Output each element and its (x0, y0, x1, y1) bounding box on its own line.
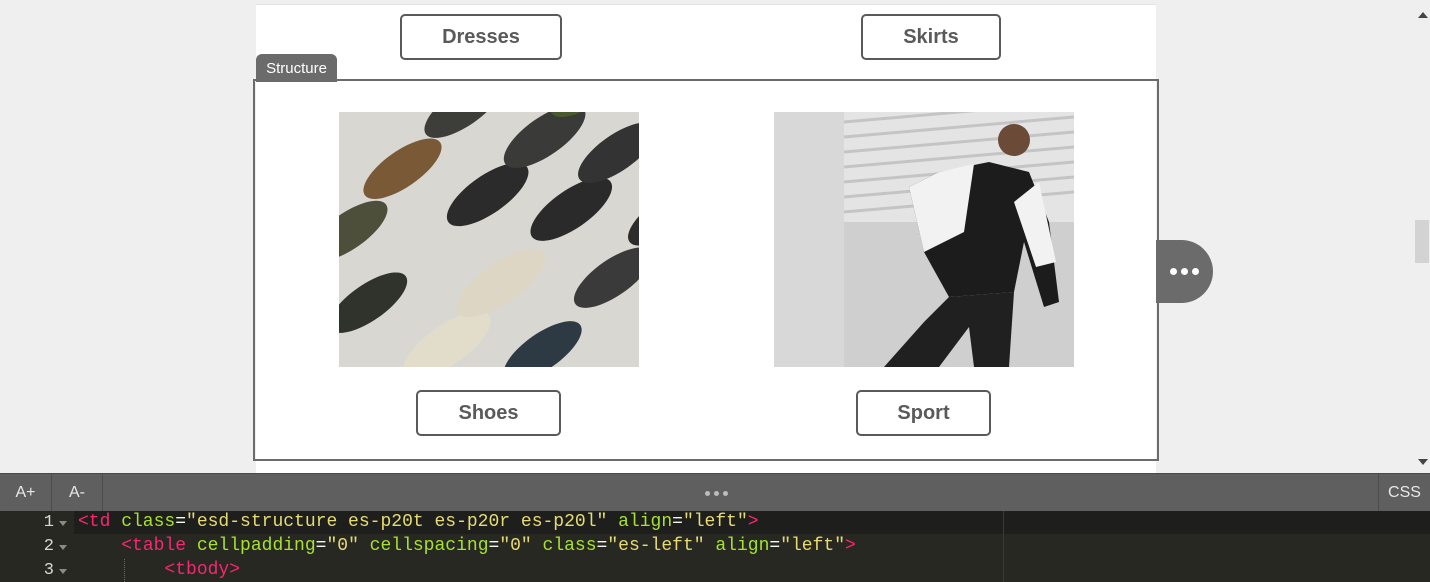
code-string: "es-left" (607, 536, 705, 556)
ellipsis-dot (1181, 268, 1188, 275)
fold-arrow-icon[interactable] (59, 545, 67, 550)
scroll-up-icon[interactable] (1418, 12, 1428, 18)
line-number: 3 (43, 561, 54, 580)
code-string: "left" (780, 536, 845, 556)
more-options-button[interactable] (1156, 240, 1213, 303)
scroll-down-icon[interactable] (1418, 459, 1428, 465)
code-tag: > (845, 536, 856, 556)
code-attr: class (110, 512, 176, 532)
divider (102, 474, 103, 512)
code-string: "0" (499, 536, 532, 556)
code-punc: = (769, 536, 781, 556)
code-editor[interactable]: 1 2 3 <td class="esd-structure es-p20t e… (0, 511, 1430, 582)
code-line-3[interactable]: <tbody> (78, 560, 240, 580)
sport-button[interactable]: Sport (856, 390, 991, 436)
code-attr: class (531, 536, 597, 556)
code-punc: = (315, 536, 327, 556)
code-string: "0" (326, 536, 359, 556)
code-punc: = (672, 512, 683, 532)
code-string: "esd-structure es-p20t es-p20r es-p20l" (186, 512, 608, 532)
css-tab-button[interactable]: CSS (1379, 474, 1430, 512)
dresses-button[interactable]: Dresses (400, 14, 562, 60)
font-decrease-button[interactable]: A- (52, 474, 102, 512)
email-editor: Dresses Skirts Structure Shoes Sport A+ … (0, 0, 1430, 582)
scroll-thumb[interactable] (1415, 220, 1429, 263)
code-line-1[interactable]: <td class="esd-structure es-p20t es-p20r… (78, 512, 759, 532)
fold-arrow-icon[interactable] (59, 521, 67, 526)
code-tag: <table (121, 536, 187, 556)
code-string: "left" (682, 512, 748, 532)
line-gutter: 1 2 3 (0, 511, 74, 582)
shoes-image[interactable] (339, 112, 639, 367)
code-tag: > (747, 512, 759, 532)
sport-photo (774, 112, 1074, 367)
skirts-button[interactable]: Skirts (861, 14, 1001, 60)
code-attr: align (607, 512, 673, 532)
code-attr: align (704, 536, 770, 556)
print-margin (1003, 511, 1004, 582)
fold-arrow-icon[interactable] (59, 569, 67, 574)
line-number: 1 (43, 513, 54, 532)
code-punc: = (596, 536, 608, 556)
code-line-2[interactable]: <table cellpadding="0" cellspacing="0" c… (78, 536, 856, 556)
vertical-scrollbar[interactable] (1414, 4, 1430, 473)
code-editor-toolbar: A+ A- CSS (0, 473, 1430, 512)
code-tag: <td (78, 512, 111, 532)
code-tag: <tbody> (164, 560, 241, 580)
code-punc: = (175, 512, 187, 532)
sport-image[interactable] (774, 112, 1074, 367)
code-punc: = (488, 536, 500, 556)
code-attr: cellpadding (186, 536, 316, 556)
preview-canvas: Dresses Skirts Structure Shoes Sport (0, 0, 1430, 473)
resize-handle-icon[interactable] (703, 474, 730, 512)
structure-label[interactable]: Structure (256, 54, 337, 82)
code-attr: cellspacing (358, 536, 489, 556)
ellipsis-dot (1192, 268, 1199, 275)
ellipsis-icon (1170, 268, 1177, 275)
line-number: 2 (43, 537, 54, 556)
shoes-photo (339, 112, 639, 367)
font-increase-button[interactable]: A+ (0, 474, 51, 512)
shoes-button[interactable]: Shoes (416, 390, 561, 436)
